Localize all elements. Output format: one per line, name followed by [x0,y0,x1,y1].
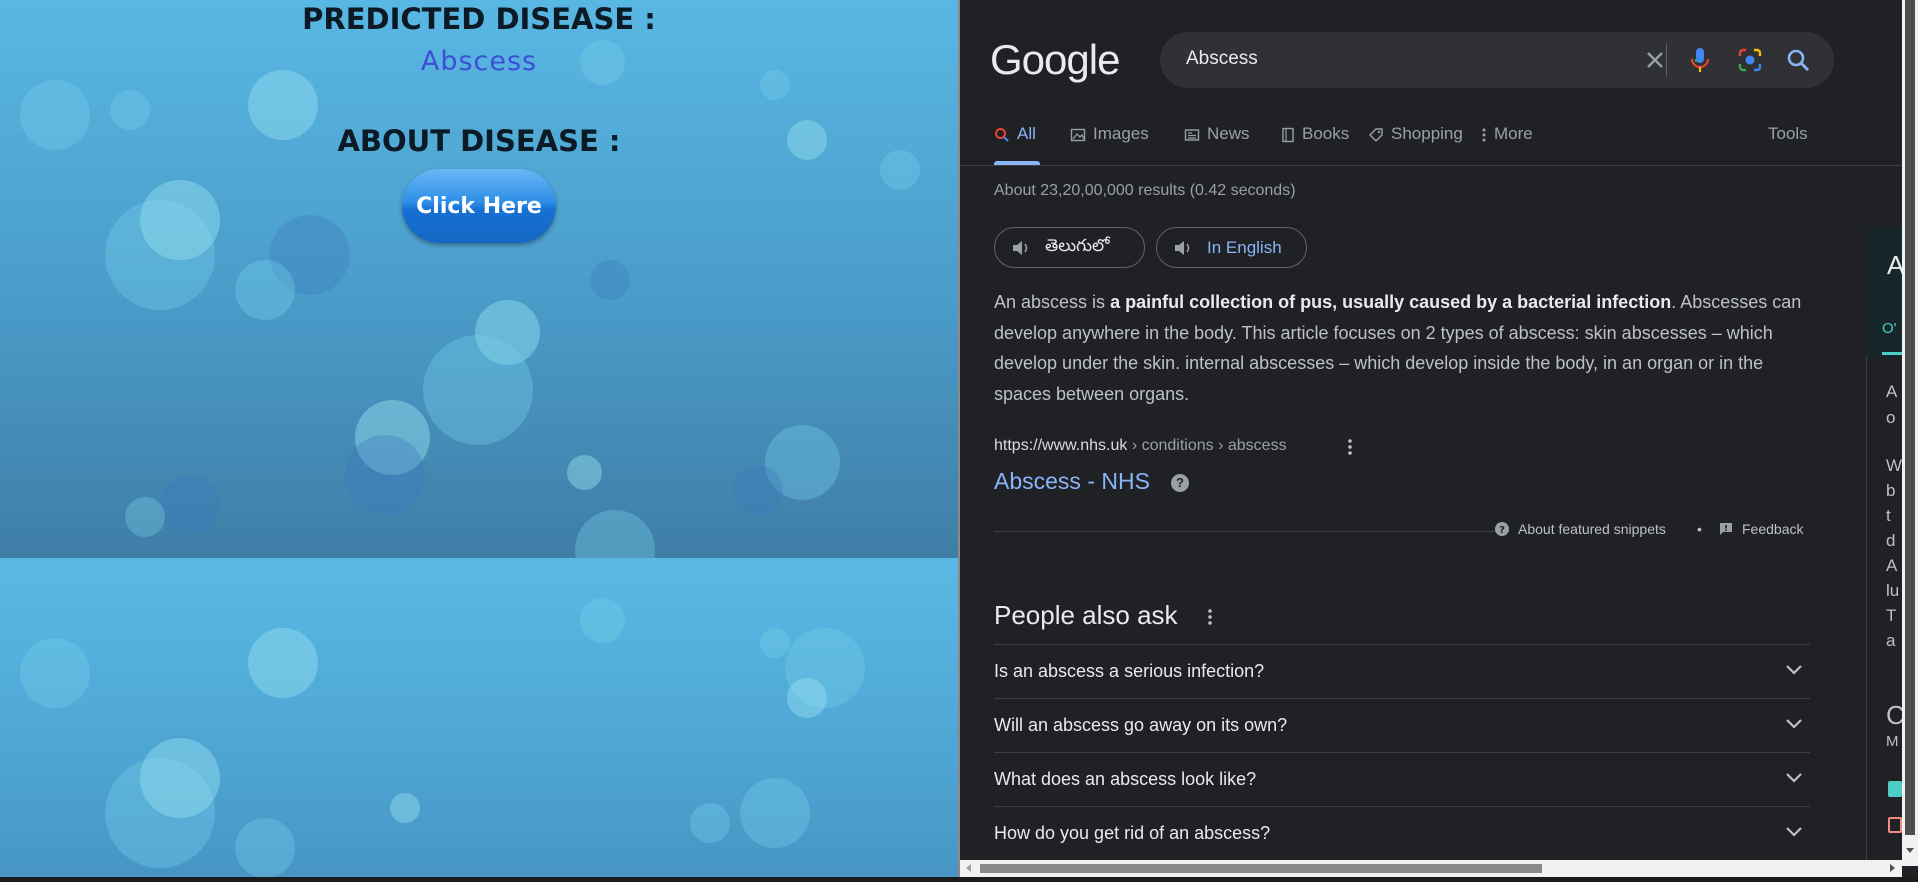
disease-prediction-app: PREDICTED DISEASE : Abscess ABOUT DISEAS… [0,0,958,882]
horizontal-scrollbar-thumb[interactable] [980,864,1542,873]
tab-label: Tools [1768,124,1808,143]
paa-question-text: Is an abscess a serious infection? [994,661,1265,681]
chevron-down-icon [1786,665,1802,675]
scroll-left-arrow-icon[interactable] [966,864,971,872]
citation-path: › conditions › abscess [1127,437,1287,454]
predicted-disease-value: Abscess [420,46,538,77]
tag-icon [1369,128,1383,142]
search-icon [995,128,1009,142]
svg-text:?: ? [1499,525,1505,536]
search-box[interactable]: Abscess [1160,32,1834,88]
lang-chip-telugu[interactable]: తెలుగులో [994,227,1145,268]
about-disease-heading: ABOUT DISEASE : [337,124,621,158]
chevron-down-icon [1786,719,1802,729]
tab-news[interactable]: News [1184,124,1250,166]
vertical-scrollbar[interactable] [1902,0,1918,866]
microphone-icon[interactable] [1682,42,1718,78]
google-search-results: Google Abscess All Images News Books Sho… [960,0,1918,882]
featured-snippet-text: An abscess is a painful collection of pu… [994,287,1814,409]
knowledge-panel-icon [1888,817,1902,833]
book-icon [1282,127,1294,143]
tab-tools[interactable]: Tools [1768,124,1808,166]
tab-label: Shopping [1391,124,1463,143]
chevron-down-icon [1786,827,1802,837]
clear-icon[interactable] [1637,42,1673,78]
knowledge-panel-text: T [1886,606,1897,625]
paa-question[interactable]: Is an abscess a serious infection? [994,644,1810,698]
knowledge-panel-text: A [1886,382,1898,401]
search-input[interactable]: Abscess [1186,48,1258,70]
lang-chip-label: In English [1207,237,1282,257]
horizontal-scrollbar[interactable] [960,860,1902,877]
snippet-bold: a painful collection of pus, usually cau… [1110,292,1672,312]
more-options-icon[interactable] [1340,436,1360,458]
news-icon [1184,129,1200,141]
more-vert-icon [1482,128,1486,142]
search-icon[interactable] [1780,42,1816,78]
predicted-disease-heading: PREDICTED DISEASE : [302,2,656,36]
tab-label: Images [1093,124,1149,143]
snippet-divider [994,531,1510,532]
tabs-divider [960,165,1918,166]
people-also-ask-heading: People also ask [994,600,1178,630]
knowledge-panel-text: a [1886,631,1896,650]
knowledge-panel-text: lu [1886,581,1900,600]
paa-question-text: What does an abscess look like? [994,769,1257,789]
knowledge-panel-text: M [1886,733,1899,750]
speaker-icon [1175,240,1190,255]
search-divider [1666,44,1667,76]
feedback-icon [1720,523,1732,535]
help-icon[interactable]: ? [1171,474,1189,492]
image-icon [1070,128,1086,142]
paa-question-text: Will an abscess go away on its own? [994,715,1288,735]
knowledge-panel-text: A [1886,556,1898,575]
paa-question[interactable]: Will an abscess go away on its own? [994,698,1810,752]
tab-label: News [1207,124,1250,143]
vertical-scrollbar-thumb[interactable] [1905,0,1915,835]
tab-label: More [1494,124,1533,143]
result-citation[interactable]: https://www.nhs.uk › conditions › absces… [994,437,1287,455]
citation-domain: https://www.nhs.uk [994,437,1128,454]
separator-dot: • [1697,521,1702,537]
scroll-down-arrow-icon[interactable] [1906,848,1914,853]
knowledge-panel-text: d [1886,531,1896,550]
tab-images[interactable]: Images [1070,124,1149,166]
google-logo[interactable]: Google [990,36,1120,84]
knowledge-panel-text: W [1886,456,1903,475]
chevron-down-icon [1786,773,1802,783]
knowledge-panel-tab[interactable]: O' [1882,320,1897,337]
snippet-prefix: An abscess is [994,292,1111,312]
feedback-label: Feedback [1742,521,1804,537]
paa-question-text: How do you get rid of an abscess? [994,823,1271,843]
more-options-icon[interactable] [1200,604,1220,630]
speaker-icon [1013,240,1028,255]
bubble-background-top [0,0,958,558]
paa-question[interactable]: What does an abscess look like? [994,752,1810,806]
result-title-link[interactable]: Abscess - NHS [994,468,1150,495]
knowledge-panel-text: o [1886,408,1896,427]
lang-chip-english[interactable]: In English [1156,227,1307,268]
knowledge-panel-text: b [1886,481,1896,500]
about-snippets-label: About featured snippets [1518,521,1666,537]
search-tabs: All Images News Books Shopping More Tool… [994,124,1874,166]
camera-lens-icon[interactable] [1732,42,1768,78]
tab-label: All [1017,124,1036,143]
tab-more[interactable]: More [1481,124,1533,166]
knowledge-panel-icon [1888,781,1902,797]
about-featured-snippets[interactable]: ? About featured snippets [1494,521,1666,537]
taskbar-edge [0,877,1918,882]
help-circle-icon: ? [1495,522,1509,536]
tab-books[interactable]: Books [1281,124,1349,166]
scroll-right-arrow-icon[interactable] [1890,864,1895,872]
tab-label: Books [1302,124,1350,143]
bubble-background-bottom [0,558,958,882]
knowledge-panel-text: t [1886,506,1891,525]
lang-chip-label: తెలుగులో [1045,235,1110,255]
result-stats: About 23,20,00,000 results (0.42 seconds… [994,182,1296,199]
tab-all[interactable]: All [994,124,1036,166]
paa-question[interactable]: How do you get rid of an abscess? [994,806,1810,860]
tab-shopping[interactable]: Shopping [1368,124,1463,166]
click-here-button[interactable]: Click Here [402,169,556,243]
feedback-link[interactable]: Feedback [1718,521,1803,537]
